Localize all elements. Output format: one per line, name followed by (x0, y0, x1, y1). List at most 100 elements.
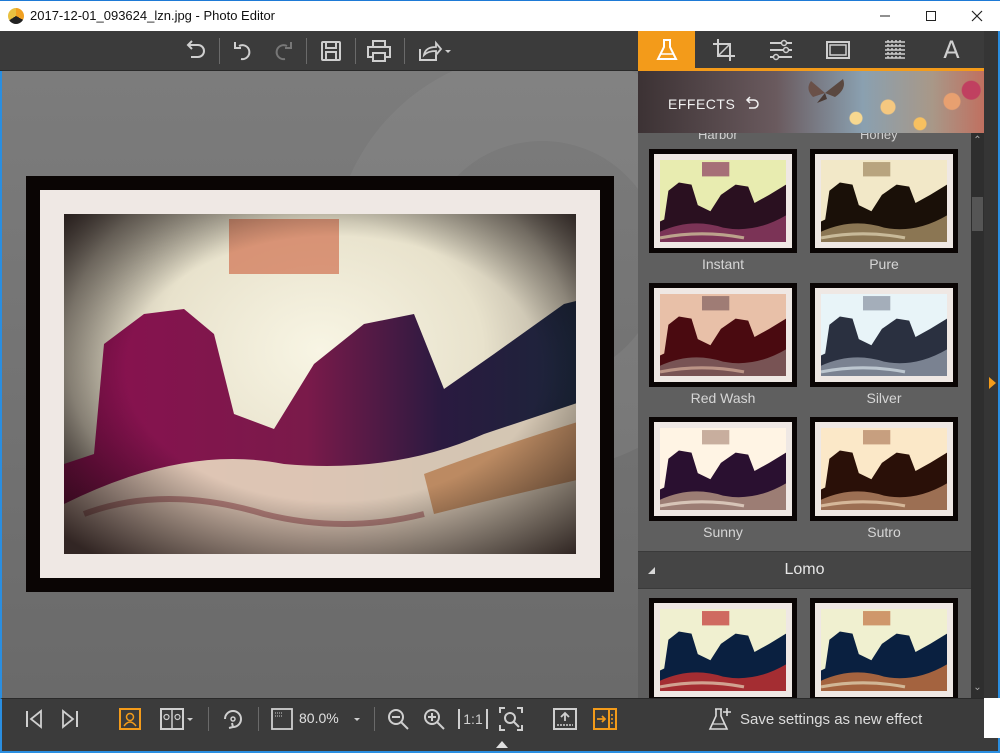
next-button[interactable] (56, 705, 84, 733)
thumbnail-mat (654, 288, 792, 382)
zoom-fit-icon (499, 707, 523, 731)
photo-image (64, 214, 576, 554)
zoom-out-icon (388, 709, 409, 730)
tab-crop[interactable] (695, 31, 752, 68)
single-view-icon (119, 708, 141, 730)
scroll-down-icon[interactable]: ⌄ (971, 682, 984, 696)
effect-thumbnail-sutro[interactable] (810, 417, 958, 521)
zoom-fit-button[interactable] (496, 705, 526, 733)
maximize-button[interactable] (908, 1, 954, 31)
actual-size-button[interactable]: 1:1 (458, 705, 488, 733)
window-title: 2017-12-01_093624_lzn.jpg - Photo Editor (30, 8, 276, 23)
revert-button[interactable] (178, 36, 212, 66)
effect-thumbnail-item-1[interactable] (810, 598, 958, 698)
effect-thumbnail-silver[interactable] (810, 283, 958, 387)
fit-button[interactable] (268, 705, 296, 733)
save-effect-label: Save settings as new effect (740, 710, 923, 728)
expand-filmstrip-icon[interactable] (496, 741, 508, 748)
image-canvas[interactable] (0, 71, 638, 698)
save-button[interactable] (314, 36, 348, 66)
effect-thumbnail-red-wash[interactable] (649, 283, 797, 387)
toggle-panel-icon (593, 708, 617, 730)
effects-scrollbar[interactable]: ⌃ ⌄ (971, 133, 984, 698)
expand-arrow-icon[interactable] (989, 377, 996, 389)
undo-icon (234, 42, 251, 61)
thumbnail-image (821, 609, 947, 691)
save-as-new-effect-button[interactable]: Save settings as new effect (708, 705, 922, 733)
effect-label[interactable]: Instant (649, 256, 797, 272)
effect-label[interactable]: Sutro (810, 524, 958, 540)
bottom-toolbar: 80.0% 1:1 (0, 698, 638, 738)
effects-banner: EFFECTS (638, 71, 984, 133)
effect-thumbnail-instant[interactable] (649, 149, 797, 253)
redo-button[interactable] (266, 36, 300, 66)
print-icon (367, 40, 391, 62)
zoom-level: 80.0% (299, 710, 339, 726)
scroll-up-icon[interactable]: ⌃ (971, 135, 984, 149)
minimize-icon (880, 15, 890, 17)
minimize-button[interactable] (862, 1, 908, 31)
sliders-icon (769, 39, 792, 60)
share-icon (419, 40, 443, 61)
single-view-button[interactable] (116, 705, 144, 733)
rotate-icon (224, 710, 242, 729)
reset-effects-icon[interactable] (744, 95, 760, 111)
thumbnail-image (821, 428, 947, 510)
print-button[interactable] (362, 36, 396, 66)
thumbnail-image (821, 160, 947, 242)
edited-photo[interactable] (64, 214, 576, 554)
thumbnail-image (660, 609, 786, 691)
rotate-button[interactable] (218, 705, 248, 733)
dropdown-arrow-icon (445, 50, 451, 53)
photo-frame (26, 176, 614, 592)
frame-icon (825, 40, 850, 59)
close-icon (971, 10, 983, 22)
app-icon (8, 8, 24, 24)
effect-thumbnail-item-0[interactable] (649, 598, 797, 698)
thumbnail-mat (815, 603, 953, 697)
section-lomo[interactable]: Lomo (638, 551, 971, 589)
section-title: Lomo (784, 561, 825, 578)
effect-label[interactable]: Silver (810, 390, 958, 406)
fit-icon (271, 708, 293, 730)
export-icon (553, 708, 577, 730)
text-icon: A (943, 35, 960, 64)
tab-frames[interactable] (809, 31, 866, 68)
undo-button[interactable] (226, 36, 260, 66)
tab-textures[interactable] (866, 31, 923, 68)
effect-label[interactable]: Red Wash (649, 390, 797, 406)
effect-label[interactable]: Pure (810, 256, 958, 272)
zoom-dropdown[interactable] (350, 705, 364, 733)
zoom-in-icon (424, 709, 445, 730)
thumbnail-image (660, 428, 786, 510)
right-panel: A EFFECTS Harbor Honey Instant Pure Red Wa… (638, 31, 984, 698)
effects-list[interactable]: Harbor Honey Instant Pure Red Wash Silver Su… (638, 133, 971, 698)
panel-edge (984, 31, 1000, 698)
effect-thumbnail-sunny[interactable] (649, 417, 797, 521)
close-button[interactable] (954, 1, 1000, 31)
toggle-panel-button[interactable] (590, 705, 620, 733)
status-bar (0, 738, 1000, 753)
effect-thumbnail-pure[interactable] (810, 149, 958, 253)
thumbnail-mat (654, 154, 792, 248)
effect-label[interactable]: Sunny (649, 524, 797, 540)
dropdown-arrow-icon (187, 718, 193, 721)
tab-text[interactable]: A (923, 31, 980, 68)
tab-effects[interactable] (638, 31, 695, 68)
save-effect-bar: Save settings as new effect (638, 698, 984, 738)
butterfly-icon (808, 79, 844, 103)
effect-label: Honey (860, 133, 898, 142)
zoom-out-button[interactable] (384, 705, 412, 733)
thumbnail-mat (815, 422, 953, 516)
export-button[interactable] (550, 705, 580, 733)
scrollbar-thumb[interactable] (972, 197, 983, 231)
share-button[interactable] (412, 36, 458, 66)
compare-view-button[interactable] (154, 705, 200, 733)
zoom-in-button[interactable] (420, 705, 448, 733)
previous-button[interactable] (20, 705, 48, 733)
thumbnail-mat (815, 154, 953, 248)
tab-adjust[interactable] (752, 31, 809, 68)
thumbnail-image (821, 294, 947, 376)
flask-plus-icon (708, 708, 731, 730)
maximize-icon (926, 11, 936, 21)
